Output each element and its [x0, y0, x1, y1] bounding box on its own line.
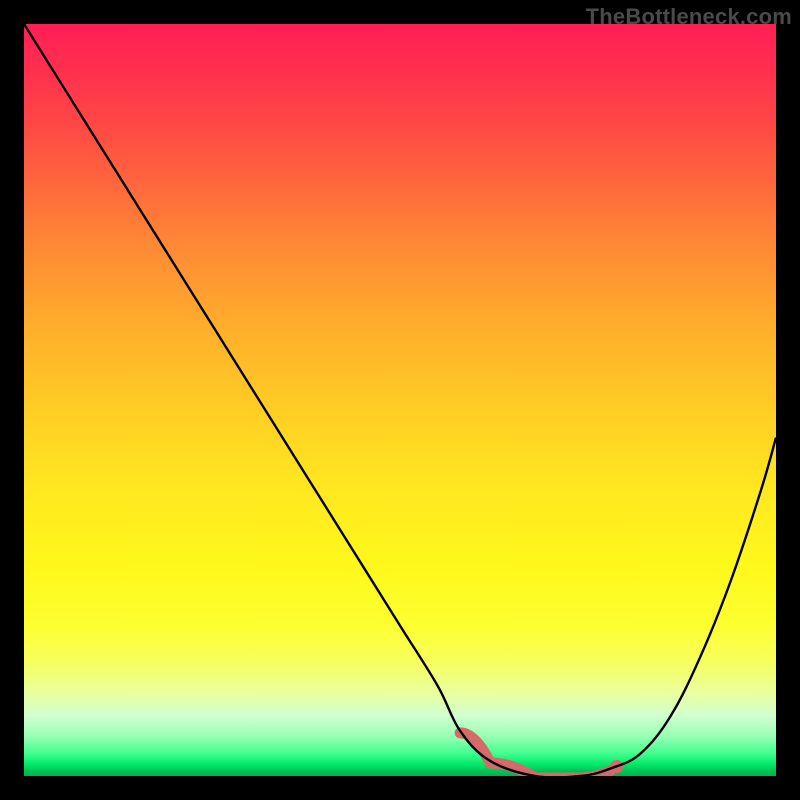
plot-area — [24, 24, 776, 776]
curve-line — [24, 24, 776, 776]
flat-region-marker — [460, 733, 623, 776]
watermark-text: TheBottleneck.com — [586, 4, 792, 30]
chart-svg — [24, 24, 776, 776]
chart-frame: TheBottleneck.com — [0, 0, 800, 800]
